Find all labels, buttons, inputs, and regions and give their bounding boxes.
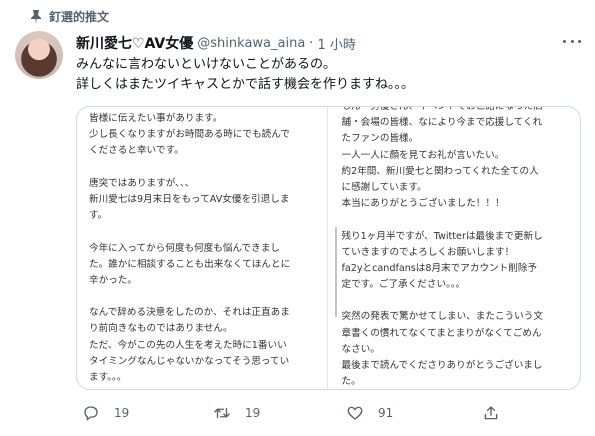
media-line: タイミングなんじゃないかなってそう思ってい <box>89 355 290 367</box>
media-line: ます。。。 <box>89 372 127 383</box>
media-line: なんで辞める決意をしたのか、それは正直あま <box>89 307 290 319</box>
tweet-actions: 19 19 91 <box>76 402 516 424</box>
share-icon <box>484 406 498 420</box>
media-line: す。 <box>89 210 108 222</box>
media-line: もん・男優さん、イベントでお世話になった店 <box>342 107 571 115</box>
media-line: 舗・会場の皆様、なにより今まで応援してくれ <box>341 117 543 129</box>
media-line: 約2年間、新川愛七と関わってくれた全ての人 <box>341 165 539 177</box>
header-separator: · <box>309 35 314 51</box>
media-line: 定です。ご了承ください。。。 <box>341 279 466 291</box>
media-line: り前向きなものではありません。 <box>89 323 233 335</box>
retweet-count: 19 <box>245 406 261 420</box>
media-line: 唐突ではありますが、、、 <box>89 177 195 189</box>
media-line: 一人一人に顔を見てお礼が言いたい。 <box>341 149 505 161</box>
media-line: 章書くの慣れてなくてまとまりがなくてごめん <box>341 327 542 339</box>
tweet-media[interactable]: 皆様に伝えたい事があります。 少し長くなりますがお時間ある時にでも読んで くださ… <box>76 106 581 390</box>
retweet-icon <box>214 407 230 419</box>
media-line: なさい。 <box>341 343 380 355</box>
media-text-left: 皆様に伝えたい事があります。 少し長くなりますがお時間ある時にでも読んで くださ… <box>89 111 318 386</box>
media-text-right: もん・男優さん、イベントでお世話になった店 舗・会場の皆様、なにより今まで応援し… <box>342 107 571 389</box>
media-image-right[interactable]: もん・男優さん、イベントでお世話になった店 舗・会場の皆様、なにより今まで応援し… <box>327 107 581 389</box>
media-line <box>89 224 318 240</box>
media-line: 皆様に伝えたい事があります。 <box>89 113 223 124</box>
media-line: 最後まで読んでくださりありがとうございまし <box>341 360 543 371</box>
pin-icon <box>31 10 41 24</box>
media-line: くださると幸いです。 <box>89 145 184 157</box>
media-line: fa2yとcandfansは8月末でアカウント削除予 <box>341 262 538 274</box>
media-line: 残り1ヶ月半ですが、Twitterは最後まで更新し <box>341 230 543 242</box>
pinned-label: 釘選的推文 <box>49 10 110 24</box>
media-line: 本当にありがとうございました！！！ <box>341 198 505 210</box>
retweet-button[interactable]: 19 <box>213 404 260 422</box>
pinned-indicator: 釘選的推文 <box>31 9 110 25</box>
media-line: 少し長くなりますがお時間ある時にでも読んで <box>89 129 290 141</box>
tweet-text: みんなに言わないといけないことがあるの。 詳しくはまたツイキャスとかで話す機会を… <box>76 55 579 95</box>
reply-button[interactable]: 19 <box>82 404 129 422</box>
reply-count: 19 <box>114 406 130 420</box>
media-line: た。誰かに相談することも出来なくてほんとに <box>89 258 291 270</box>
like-count: 91 <box>378 406 394 420</box>
media-line: 辛かった。 <box>89 274 137 286</box>
author-name[interactable]: 新川愛七♡AV女優 <box>76 33 193 53</box>
tweet-time[interactable]: 1 小時 <box>317 34 355 53</box>
like-icon <box>347 406 363 420</box>
media-line <box>89 289 318 305</box>
like-button[interactable]: 91 <box>346 404 393 422</box>
media-line: 新川愛七は9月末日をもってAV女優を引退しま <box>89 193 290 205</box>
avatar[interactable] <box>15 31 63 79</box>
scrollbar <box>334 227 337 317</box>
media-line: に感謝しています。 <box>341 181 427 193</box>
tweet-header: 新川愛七♡AV女優 @shinkawa_aina · 1 小時 <box>76 33 579 53</box>
media-line <box>342 212 571 228</box>
media-line: 突然の発表で驚かせてしまい、またこういう文 <box>341 311 543 323</box>
reply-icon <box>84 406 98 421</box>
media-line: ただ、今がこの先の人生を考えた時に1番いい <box>89 339 287 351</box>
tweet-line: 詳しくはまたツイキャスとかで話す機会を作りますね。。。 <box>76 77 415 92</box>
media-line: たファンの皆様。 <box>341 133 419 145</box>
media-line: た。 <box>341 376 361 388</box>
media-line: 今年に入ってから何度も何度も悩んできまし <box>89 242 280 254</box>
media-line <box>342 293 571 309</box>
media-image-left[interactable]: 皆様に伝えたい事があります。 少し長くなりますがお時間ある時にでも読んで くださ… <box>77 107 328 389</box>
media-line <box>89 160 318 176</box>
more-icon[interactable] <box>563 38 581 44</box>
share-button[interactable] <box>482 404 500 422</box>
author-handle[interactable]: @shinkawa_aina <box>197 36 305 51</box>
tweet-line: みんなに言わないといけないことがあるの。 <box>76 57 337 72</box>
media-line: ていきますのでよろしくお願いします！ <box>341 246 515 258</box>
